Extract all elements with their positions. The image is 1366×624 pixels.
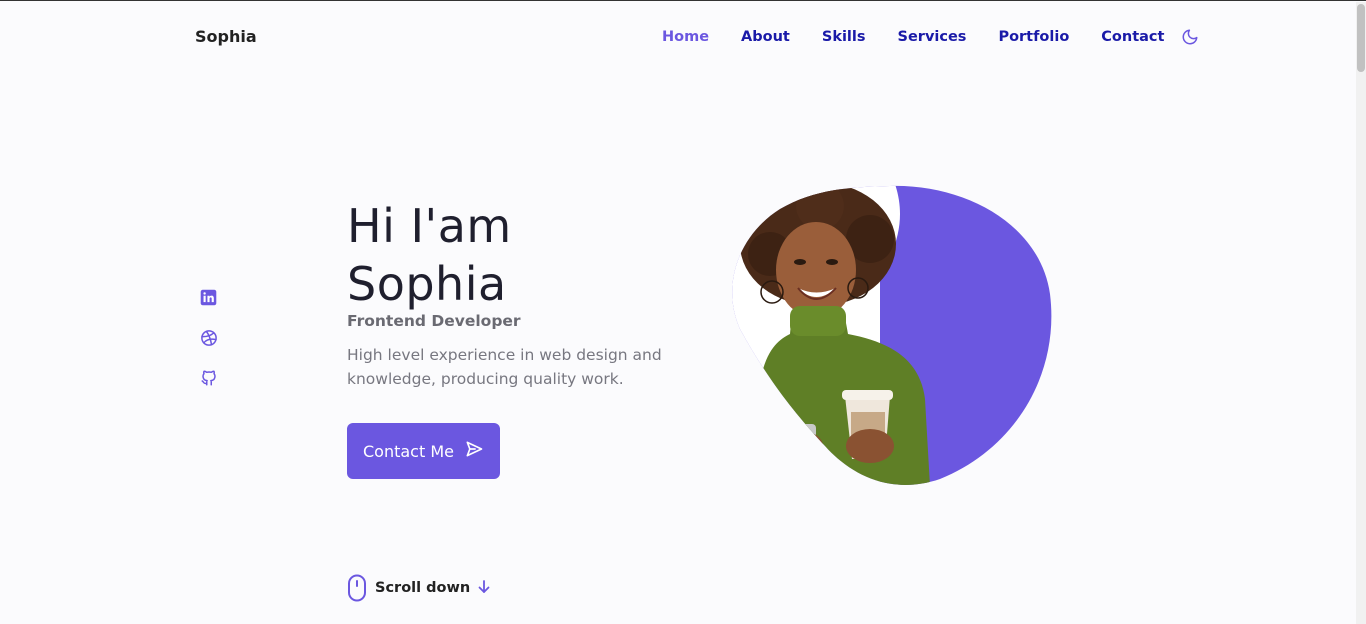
linkedin-icon[interactable] <box>199 288 218 307</box>
profile-image <box>732 185 1052 485</box>
contact-me-button[interactable]: Contact Me <box>347 423 500 479</box>
hero-title: Hi I'am Sophia <box>347 197 512 313</box>
page: Sophia Home About Skills Services Portfo… <box>0 0 1366 624</box>
main-nav: Home About Skills Services Portfolio Con… <box>662 27 1200 47</box>
scroll-down-label: Scroll down <box>375 580 471 596</box>
contact-me-label: Contact Me <box>363 441 454 461</box>
mouse-icon <box>347 574 367 602</box>
nav-services[interactable]: Services <box>898 27 967 47</box>
hero-title-line2: Sophia <box>347 257 507 311</box>
github-icon[interactable] <box>199 368 218 387</box>
moon-icon[interactable] <box>1180 27 1200 47</box>
scrollbar[interactable] <box>1356 2 1366 624</box>
send-icon <box>464 439 484 463</box>
social-links <box>199 288 218 408</box>
nav-home[interactable]: Home <box>662 27 709 47</box>
nav-contact[interactable]: Contact <box>1101 27 1164 47</box>
nav-about[interactable]: About <box>741 27 790 47</box>
hero-title-line1: Hi I'am <box>347 199 512 253</box>
arrow-down-icon <box>478 579 490 598</box>
nav-skills[interactable]: Skills <box>822 27 866 47</box>
brand-logo[interactable]: Sophia <box>195 27 257 46</box>
scroll-down-link[interactable]: Scroll down <box>347 574 490 602</box>
dribbble-icon[interactable] <box>199 328 218 347</box>
nav-portfolio[interactable]: Portfolio <box>998 27 1069 47</box>
hero-subtitle: Frontend Developer <box>347 312 521 330</box>
hero-description: High level experience in web design and … <box>347 346 662 388</box>
scrollbar-thumb[interactable] <box>1357 4 1365 72</box>
